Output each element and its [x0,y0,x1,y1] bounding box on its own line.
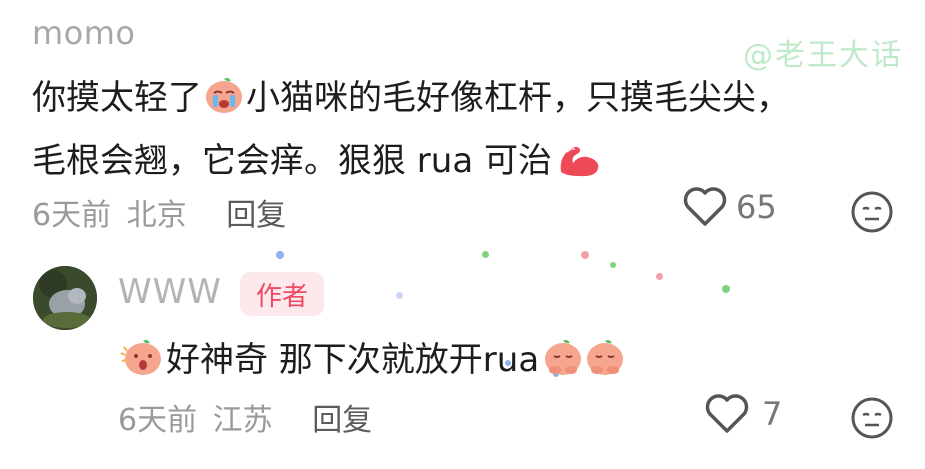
reply-username[interactable]: WWW [118,272,222,312]
comment-location: 北京 [126,198,187,233]
reply-location: 江苏 [212,403,273,438]
reply-like-button[interactable]: 7 [704,393,782,435]
reply-time: 6天前 [118,403,198,438]
confetti-dot [656,273,663,280]
heart-icon [683,187,727,226]
confetti-dot [722,285,730,293]
pleading-face-emoji [587,339,624,375]
watermark: @老王大话 [743,38,903,73]
comment-like-count: 65 [736,188,777,226]
heart-icon [705,394,749,433]
confetti-dot [610,262,616,268]
reply-meta: 6天前 江苏 回复 [118,395,372,439]
avatar-image [33,266,97,330]
avatar[interactable] [33,266,97,330]
comment-text-part-1: 你摸太轻了 [32,78,202,118]
surprised-face-emoji [120,339,161,375]
reply-like-count: 7 [762,395,783,433]
comment-text-line-2: 毛根会翘，它会痒。狠狠 rua 可治 [32,133,602,182]
dislike-face-icon[interactable] [850,396,894,440]
crying-face-emoji [206,77,242,113]
reply-reply-button[interactable]: 回复 [312,403,372,438]
reply-text: 好神奇 那下次就放开rua [166,340,540,380]
confetti-dot [581,251,589,259]
author-badge: 作者 [240,272,324,316]
comment-time: 6天前 [32,198,112,233]
reply-text-line: 好神奇 那下次就放开rua [118,332,625,381]
comment-like-button[interactable]: 65 [682,186,777,228]
flexed-arm-emoji [560,146,599,176]
confetti-dot [396,292,403,299]
comment-username[interactable]: momo [32,14,136,52]
comment-text-line-1: 你摸太轻了 小猫咪的毛好像杠杆，只摸毛尖尖， [32,70,790,119]
dislike-face-icon[interactable] [850,190,894,234]
comment-text-part-2: 小猫咪的毛好像杠杆，只摸毛尖尖， [246,78,790,118]
comment-meta: 6天前 北京 回复 [32,190,286,234]
comment-text-part-3: 毛根会翘，它会痒。狠狠 rua 可治 [32,141,552,181]
confetti-dot [482,251,489,258]
confetti-dot [276,251,284,259]
comment-reply-button[interactable]: 回复 [226,198,286,233]
pleading-face-emoji [545,339,582,375]
